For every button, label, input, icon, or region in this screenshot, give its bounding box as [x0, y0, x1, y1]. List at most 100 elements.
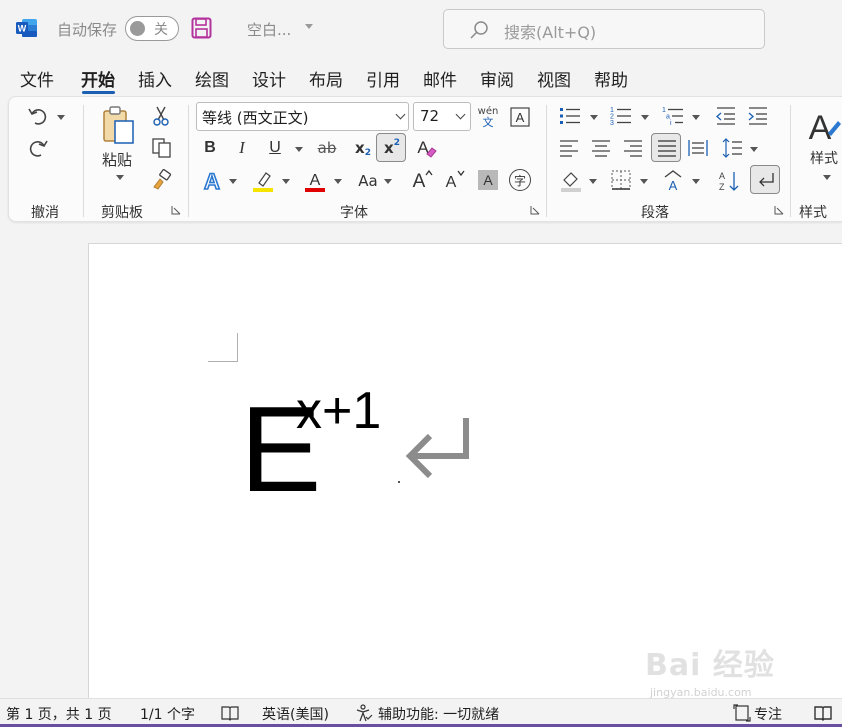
- highlight-dropdown-icon[interactable]: [282, 179, 290, 184]
- chevron-down-icon[interactable]: [305, 24, 313, 29]
- document-title[interactable]: 空白...: [247, 19, 291, 40]
- autosave-toggle[interactable]: 关: [125, 16, 179, 41]
- focus-mode-label[interactable]: 专注: [754, 704, 782, 724]
- language-status[interactable]: 英语(美国): [262, 704, 329, 724]
- font-size-select[interactable]: 72: [413, 102, 471, 131]
- bold-button[interactable]: B: [202, 137, 218, 159]
- focus-icon[interactable]: [733, 704, 751, 722]
- numbering-icon[interactable]: 123: [609, 105, 633, 127]
- multilevel-list-icon[interactable]: 1ai: [661, 105, 685, 127]
- proofing-book-icon[interactable]: [221, 704, 239, 722]
- tab-draw[interactable]: 绘图: [195, 66, 229, 91]
- italic-button[interactable]: I: [235, 137, 249, 159]
- borders-icon[interactable]: [610, 169, 632, 191]
- paragraph-return-icon: [405, 418, 469, 478]
- font-launcher-icon[interactable]: [530, 205, 540, 215]
- numbering-dropdown-icon[interactable]: [641, 115, 649, 120]
- tab-help[interactable]: 帮助: [594, 66, 628, 91]
- align-right-icon[interactable]: [622, 138, 644, 158]
- paste-icon[interactable]: [101, 105, 137, 147]
- justify-icon: [658, 140, 676, 157]
- phonetic-guide-button[interactable]: wén 文: [477, 103, 499, 131]
- grow-font-icon[interactable]: A: [411, 167, 435, 191]
- watermark-logo: Bai 经验: [645, 648, 775, 683]
- accessibility-icon[interactable]: [355, 704, 373, 722]
- paste-dropdown-icon[interactable]: [116, 175, 124, 180]
- borders-dropdown-icon[interactable]: [640, 179, 648, 184]
- tab-layout[interactable]: 布局: [309, 66, 343, 91]
- svg-text:i: i: [670, 120, 672, 127]
- word-count[interactable]: 1/1 个字: [140, 704, 195, 724]
- change-case-button[interactable]: Aa: [356, 169, 380, 193]
- tab-references[interactable]: 引用: [366, 66, 400, 91]
- superscript-mark: 2: [393, 138, 400, 148]
- styles-label[interactable]: 样式: [810, 148, 838, 168]
- tab-view[interactable]: 视图: [537, 66, 571, 91]
- strikethrough-button[interactable]: ab: [315, 137, 339, 159]
- justify-button[interactable]: [651, 133, 681, 162]
- line-spacing-dropdown-icon[interactable]: [750, 147, 758, 152]
- chinese-layout-icon[interactable]: A: [661, 169, 685, 193]
- accessibility-status[interactable]: 辅助功能: 一切就绪: [378, 704, 499, 724]
- distributed-icon[interactable]: [687, 138, 709, 158]
- group-label-clipboard: 剪贴板: [101, 205, 143, 221]
- undo-icon[interactable]: [27, 105, 49, 127]
- page-count[interactable]: 第 1 页，共 1 页: [6, 704, 112, 724]
- cut-icon[interactable]: [151, 105, 171, 127]
- character-shading-icon[interactable]: A: [478, 170, 498, 190]
- superscript-button[interactable]: x2: [376, 133, 406, 162]
- save-icon[interactable]: [191, 17, 212, 39]
- bullets-dropdown-icon[interactable]: [590, 115, 598, 120]
- svg-text:Z: Z: [719, 182, 725, 192]
- font-size-value: 72: [420, 107, 440, 125]
- group-separator: [188, 105, 189, 217]
- tab-home[interactable]: 开始: [81, 66, 115, 91]
- paragraph-launcher-icon[interactable]: [774, 205, 784, 215]
- styles-icon[interactable]: A: [806, 105, 842, 145]
- text-effects-icon[interactable]: A: [201, 169, 223, 193]
- tab-insert[interactable]: 插入: [138, 66, 172, 91]
- clear-formatting-icon[interactable]: A: [414, 136, 438, 160]
- copy-icon[interactable]: [151, 137, 173, 159]
- sort-icon[interactable]: AZ: [717, 169, 743, 193]
- styles-dropdown-icon[interactable]: [823, 175, 831, 180]
- increase-indent-icon[interactable]: [747, 105, 769, 127]
- character-border-icon[interactable]: A: [509, 106, 531, 128]
- tab-file[interactable]: 文件: [20, 66, 54, 91]
- change-case-dropdown-icon[interactable]: [384, 179, 392, 184]
- chinese-layout-dropdown-icon[interactable]: [692, 179, 700, 184]
- highlight-color-icon[interactable]: [251, 169, 275, 193]
- enclose-characters-button[interactable]: 字: [509, 169, 531, 191]
- svg-text:A: A: [483, 172, 493, 188]
- redo-icon[interactable]: [27, 137, 49, 159]
- tab-review[interactable]: 审阅: [480, 66, 514, 91]
- format-painter-icon[interactable]: [151, 169, 173, 191]
- bullets-icon[interactable]: [558, 105, 582, 127]
- font-color-icon[interactable]: A: [303, 169, 327, 193]
- status-bar: 第 1 页，共 1 页 1/1 个字 英语(美国) 辅助功能: 一切就绪 专注: [0, 698, 842, 727]
- align-center-icon[interactable]: [590, 138, 612, 158]
- align-left-icon[interactable]: [558, 138, 580, 158]
- shading-dropdown-icon[interactable]: [589, 179, 597, 184]
- show-marks-button[interactable]: [750, 165, 780, 194]
- formula-superscript[interactable]: x+1: [296, 385, 381, 437]
- subscript-x: x: [355, 139, 365, 157]
- shrink-font-icon[interactable]: A: [443, 167, 467, 191]
- decrease-indent-icon[interactable]: [715, 105, 737, 127]
- underline-dropdown-icon[interactable]: [295, 147, 303, 152]
- text-effects-dropdown-icon[interactable]: [229, 179, 237, 184]
- tab-design[interactable]: 设计: [252, 66, 286, 91]
- clipboard-launcher-icon[interactable]: [171, 205, 181, 215]
- paste-label[interactable]: 粘贴: [102, 149, 132, 170]
- read-mode-icon[interactable]: [814, 704, 832, 722]
- subscript-button[interactable]: x2: [352, 137, 374, 159]
- line-spacing-icon[interactable]: [721, 137, 743, 159]
- tab-mailings[interactable]: 邮件: [423, 66, 457, 91]
- multilevel-dropdown-icon[interactable]: [692, 115, 700, 120]
- undo-dropdown-icon[interactable]: [57, 115, 65, 120]
- font-name-select[interactable]: 等线 (西文正文): [196, 102, 409, 131]
- font-color-dropdown-icon[interactable]: [334, 179, 342, 184]
- underline-button[interactable]: U: [267, 137, 283, 159]
- shading-icon[interactable]: [560, 169, 582, 193]
- search-input[interactable]: 搜索(Alt+Q): [443, 9, 765, 49]
